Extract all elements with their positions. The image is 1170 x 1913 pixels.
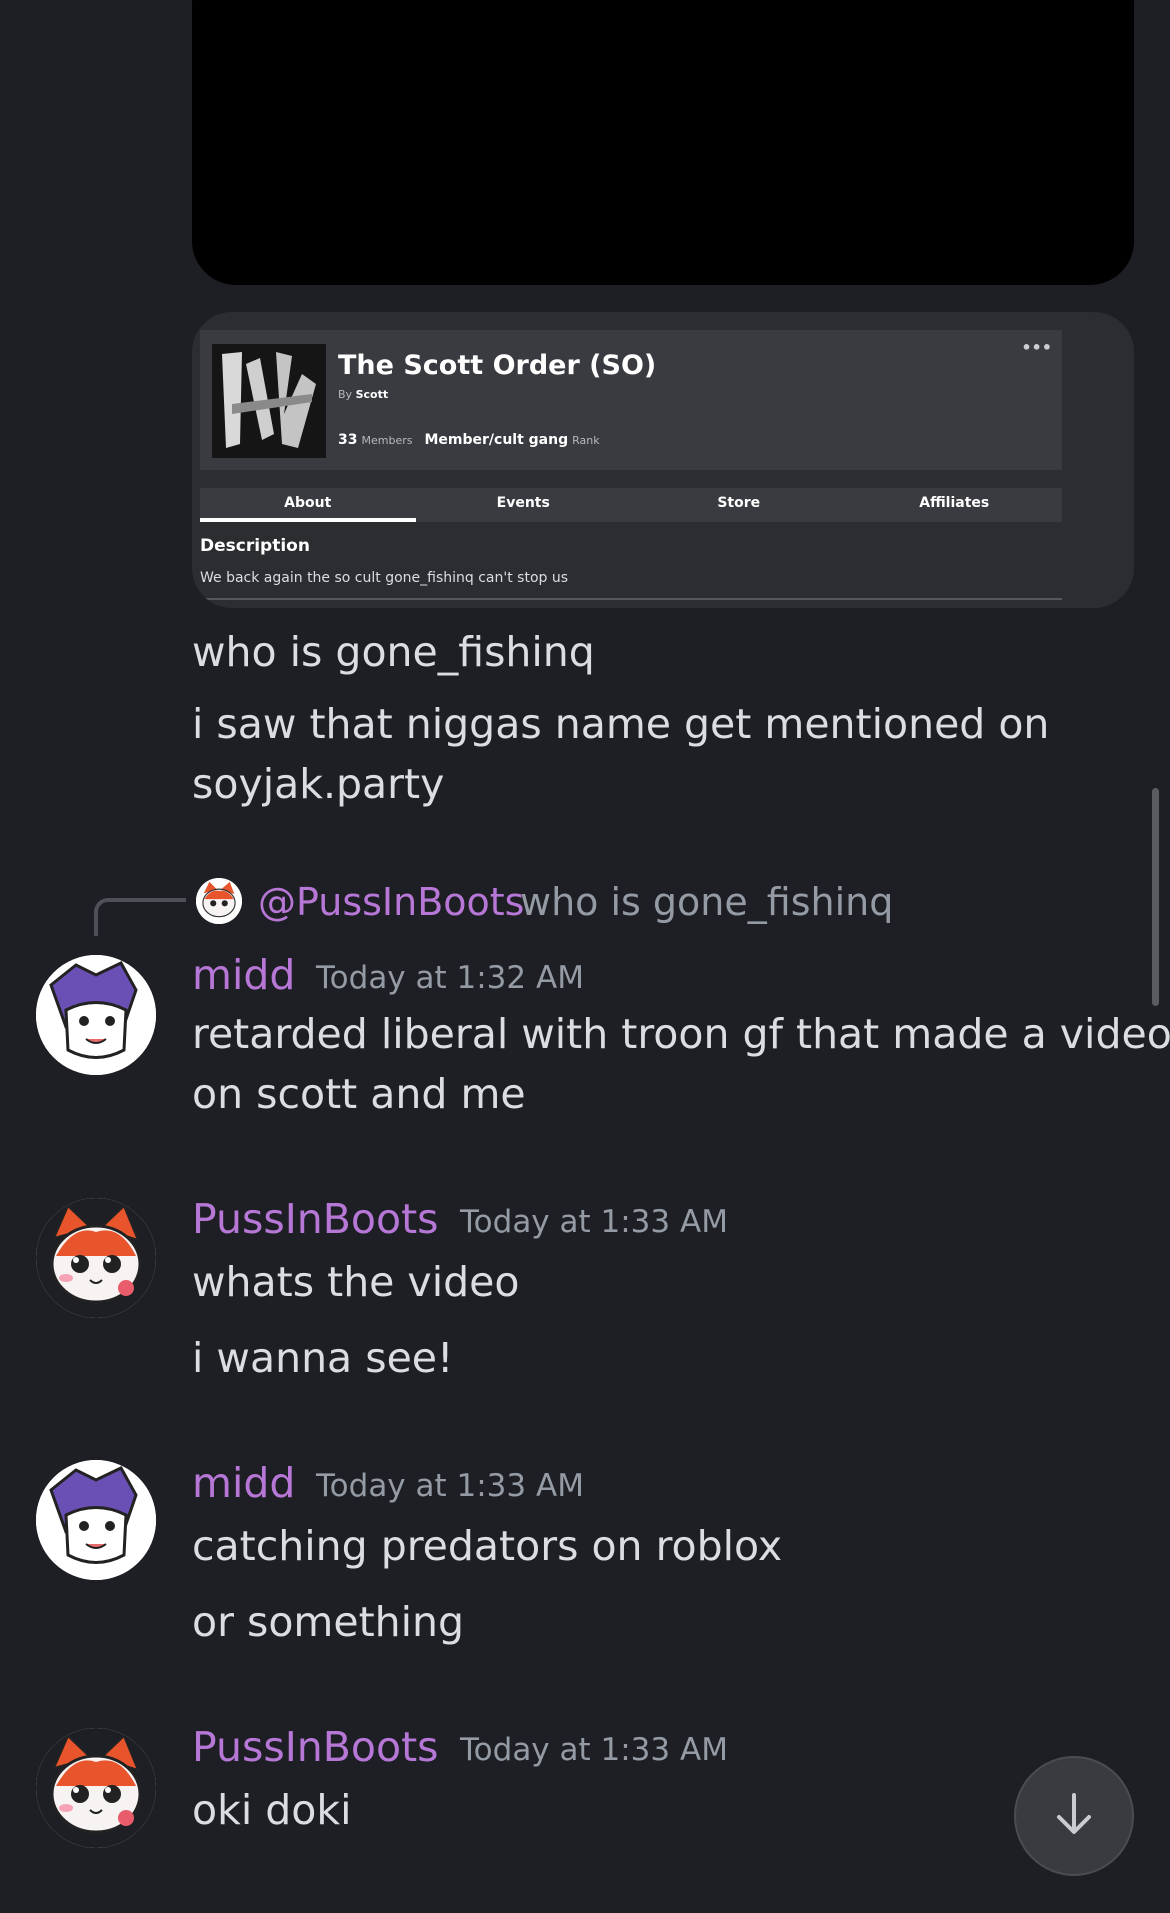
more-icon: ••• [1021, 338, 1052, 357]
group-thumbnail [212, 344, 326, 458]
timestamp: Today at 1:33 AM [316, 1468, 584, 1504]
message-line: who is gone_fishinq [192, 628, 595, 676]
reply-mention[interactable]: @PussInBoots [258, 874, 524, 930]
tab-affiliates: Affiliates [919, 495, 990, 511]
timestamp: Today at 1:32 AM [316, 960, 584, 996]
reply-preview-text[interactable]: who is gone_fishinq [520, 874, 893, 930]
timestamp: Today at 1:33 AM [460, 1204, 728, 1240]
description-heading: Description [200, 536, 310, 556]
message-line: whats the video [192, 1258, 520, 1306]
tab-store: Store [717, 495, 761, 511]
message-line: retarded liberal with troon gf that made… [192, 1010, 1170, 1058]
message-line: i wanna see! [192, 1334, 454, 1382]
reply-connector [94, 898, 186, 936]
group-header: The Scott Order (SO) By Scott 33 Members M… [200, 330, 1062, 470]
username[interactable]: midd [192, 950, 295, 1000]
avatar[interactable] [36, 1728, 156, 1848]
group-owner: By Scott [338, 388, 389, 401]
avatar[interactable] [36, 1198, 156, 1318]
message-line: oki doki [192, 1786, 352, 1834]
message-line: catching predators on roblox [192, 1522, 783, 1570]
tab-about: About [200, 488, 416, 522]
group-embed-card[interactable]: The Scott Order (SO) By Scott 33 Members M… [192, 312, 1134, 608]
avatar[interactable] [36, 1460, 156, 1580]
group-tabs: About Events Store Affiliates [200, 488, 1062, 522]
username[interactable]: PussInBoots [192, 1722, 439, 1772]
timestamp: Today at 1:33 AM [460, 1732, 728, 1768]
description-text: We back again the so cult gone_fishinq c… [200, 570, 569, 586]
group-stats: 33 Members Member/cult gang Rank [338, 432, 600, 448]
group-title: The Scott Order (SO) [338, 350, 657, 381]
message-line: or something [192, 1598, 465, 1646]
video-embed[interactable] [192, 0, 1134, 285]
avatar[interactable] [36, 955, 156, 1075]
message-line: on scott and me [192, 1070, 526, 1118]
divider [200, 598, 1062, 600]
username[interactable]: midd [192, 1458, 295, 1508]
message-line: i saw that niggas name get mentioned on [192, 700, 1050, 748]
message-line: soyjak.party [192, 760, 445, 808]
arrow-down-icon [1049, 1789, 1099, 1843]
username[interactable]: PussInBoots [192, 1194, 439, 1244]
tab-events: Events [496, 495, 550, 511]
scrollbar[interactable] [1152, 788, 1159, 1006]
jump-to-latest-button[interactable] [1014, 1756, 1134, 1876]
reply-avatar[interactable] [196, 878, 242, 924]
